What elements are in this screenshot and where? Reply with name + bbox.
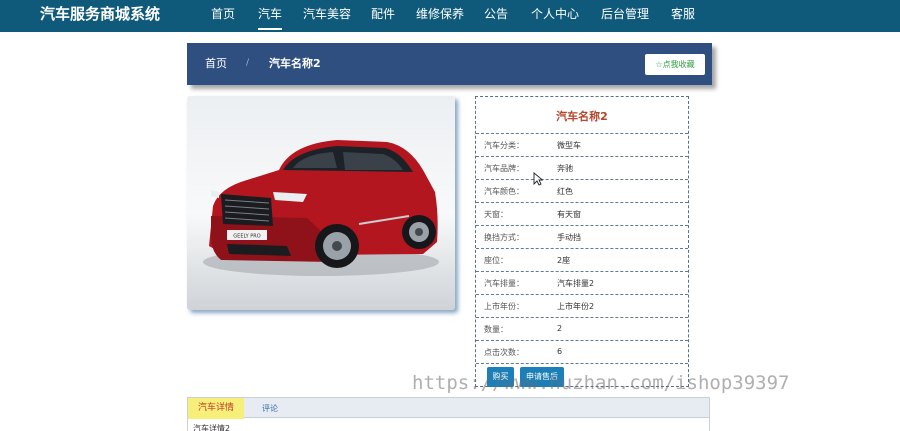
- attr-value: 汽车排量2: [557, 279, 595, 288]
- detail-content: 汽车详情2: [193, 424, 231, 431]
- attr-row-transmission: 换挡方式： 手动挡: [476, 225, 688, 248]
- breadcrumb-separator: /: [246, 58, 250, 68]
- mouse-cursor-icon: [533, 171, 544, 190]
- tab-details[interactable]: 汽车详情: [188, 398, 244, 419]
- attr-value: 手动挡: [557, 233, 581, 242]
- attr-row-clicks: 点击次数： 6: [476, 340, 688, 363]
- attr-row-sunroof: 天窗： 有天窗: [476, 202, 688, 225]
- nav-item-announcements[interactable]: 公告: [484, 6, 508, 22]
- nav-item-parts[interactable]: 配件: [371, 6, 395, 22]
- product-info-panel: 汽车名称2 汽车分类： 微型车 汽车品牌： 奔驰 汽车颜色： 红色 天窗： 有天…: [475, 96, 689, 387]
- attr-row-displacement: 汽车排量： 汽车排量2: [476, 271, 688, 294]
- nav-item-user-center[interactable]: 个人中心: [531, 6, 579, 22]
- attr-label: 汽车颜色：: [484, 187, 524, 196]
- site-brand[interactable]: 汽车服务商城系统: [40, 4, 160, 24]
- attr-value: 2座: [557, 256, 571, 265]
- breadcrumb: 首页 / 汽车名称2 ☆点我收藏: [187, 43, 712, 85]
- favorite-button[interactable]: ☆点我收藏: [645, 54, 705, 75]
- plate-text: GEELY PRO: [233, 234, 260, 240]
- attr-label: 天窗：: [484, 210, 508, 219]
- nav-item-home[interactable]: 首页: [211, 6, 235, 22]
- nav-item-admin[interactable]: 后台管理: [601, 6, 649, 22]
- nav-item-cars[interactable]: 汽车: [258, 6, 283, 30]
- attr-value: 微型车: [557, 141, 581, 150]
- attr-label: 换挡方式：: [484, 233, 524, 242]
- breadcrumb-home[interactable]: 首页: [205, 57, 227, 71]
- attr-row-brand: 汽车品牌： 奔驰: [476, 156, 688, 179]
- nav-item-maintenance[interactable]: 维修保养: [416, 6, 464, 22]
- attr-divider: [476, 363, 688, 364]
- breadcrumb-current: 汽车名称2: [269, 57, 321, 70]
- attr-label: 汽车品牌：: [484, 164, 524, 173]
- attr-value: 奔驰: [557, 164, 573, 173]
- attr-label: 座位：: [484, 256, 508, 265]
- attr-row-quantity: 数量： 2: [476, 317, 688, 340]
- attr-value: 有天窗: [557, 210, 581, 219]
- detail-tabs: 汽车详情 评论 汽车详情2: [187, 397, 710, 431]
- nav-item-car-beauty[interactable]: 汽车美容: [303, 6, 351, 22]
- attr-value: 6: [557, 347, 563, 356]
- nav-item-customer-service[interactable]: 客服: [671, 6, 695, 22]
- tab-comments[interactable]: 评论: [262, 398, 278, 419]
- attr-label: 汽车排量：: [484, 279, 524, 288]
- attr-label: 数量：: [484, 325, 508, 334]
- attr-row-year: 上市年份： 上市年份2: [476, 294, 688, 317]
- attr-row-seats: 座位： 2座: [476, 248, 688, 271]
- attr-row-color: 汽车颜色： 红色: [476, 179, 688, 202]
- attr-label: 点击次数：: [484, 348, 524, 357]
- car-illustration: GEELY PRO: [203, 140, 439, 276]
- attr-value: 上市年份2: [557, 302, 595, 311]
- top-navbar: 汽车服务商城系统 首页 汽车 汽车美容 配件 维修保养 公告 个人中心 后台管理…: [0, 0, 900, 32]
- watermark-text: https://www.huzhan.com/ishop39397: [412, 372, 790, 394]
- attr-value: 红色: [557, 187, 573, 196]
- attr-label: 上市年份：: [484, 302, 524, 311]
- car-photo: GEELY PRO: [187, 96, 455, 310]
- attr-value: 2: [557, 324, 563, 333]
- attr-row-category: 汽车分类： 微型车: [476, 133, 688, 156]
- product-title: 汽车名称2: [556, 110, 608, 123]
- attr-label: 汽车分类：: [484, 141, 524, 150]
